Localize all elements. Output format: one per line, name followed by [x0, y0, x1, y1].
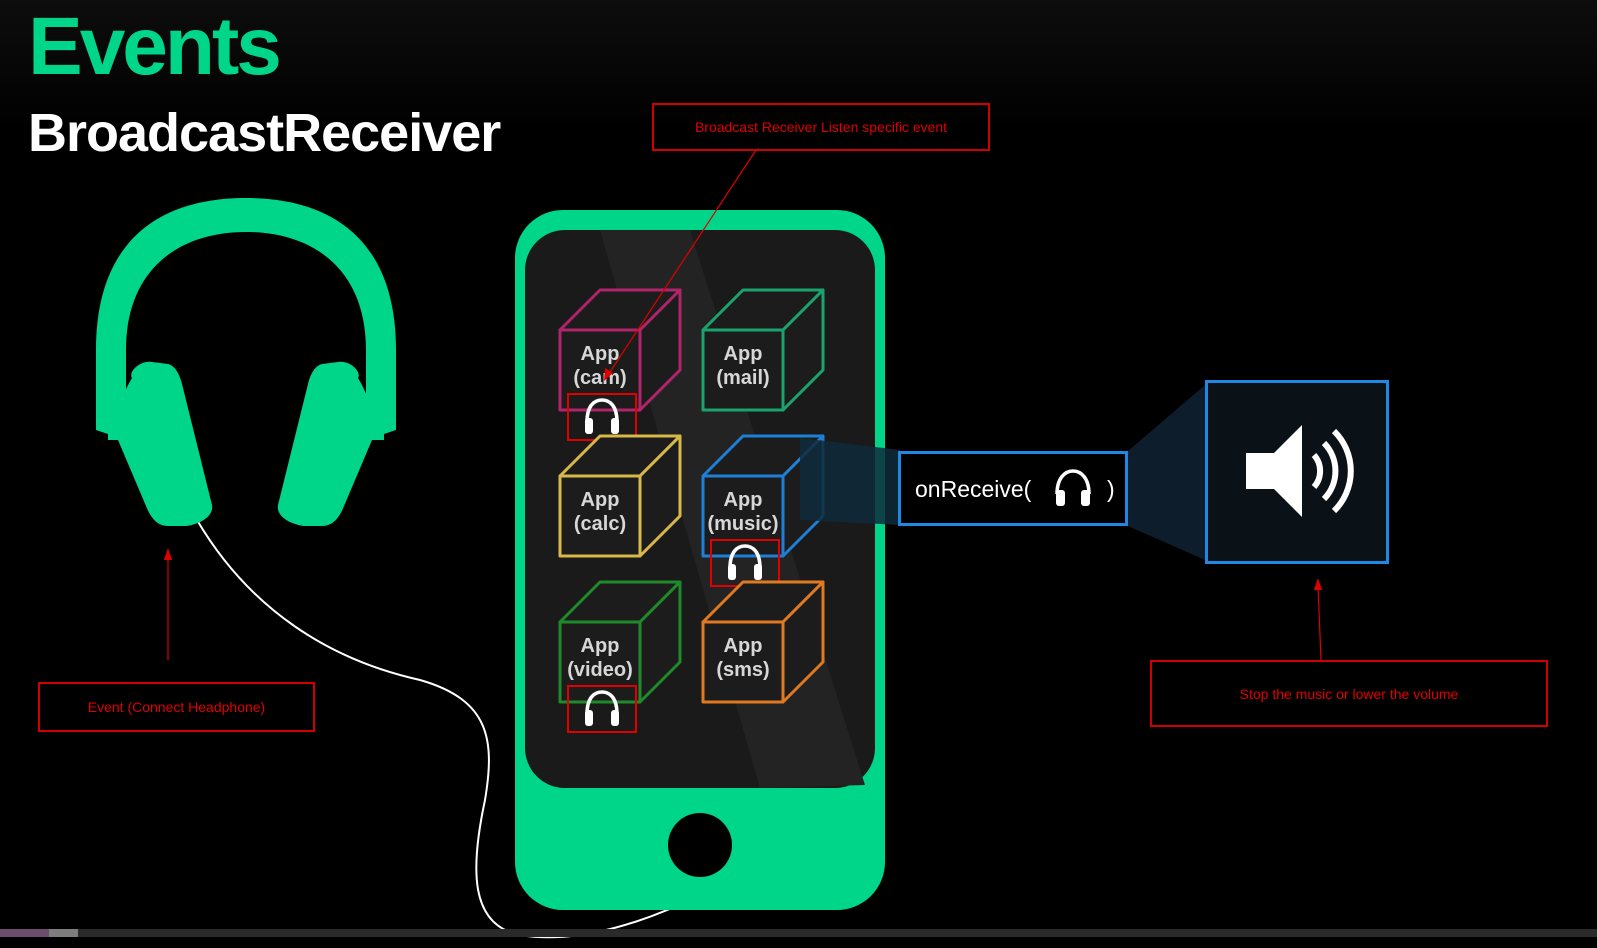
- slide-progress-bar: [0, 929, 1597, 937]
- annotation-listen: Broadcast Receiver Listen specific event: [652, 103, 990, 151]
- annotation-stop: Stop the music or lower the volume: [1150, 660, 1548, 727]
- slide: Events BroadcastReceiver App (cam) App (mai…: [0, 0, 1597, 948]
- progress-segment-1: [0, 929, 49, 937]
- progress-segment-2: [49, 929, 78, 937]
- annotation-event: Event (Connect Headphone): [38, 682, 315, 732]
